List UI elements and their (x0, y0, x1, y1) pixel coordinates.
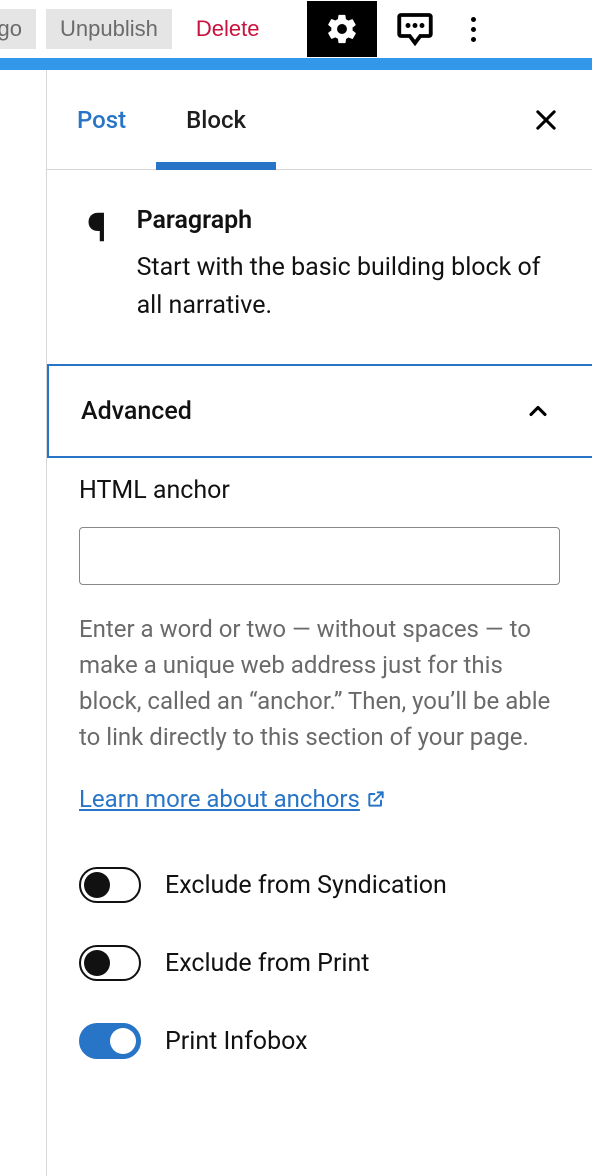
advanced-accordion: Advanced (47, 364, 592, 458)
anchor-input[interactable] (79, 527, 560, 585)
block-description: Start with the basic building block of a… (137, 249, 552, 324)
block-name: Paragraph (137, 206, 552, 235)
block-settings-panel: Post Block ¶ Paragraph Start with the ba… (46, 70, 592, 1176)
block-info: ¶ Paragraph Start with the basic buildin… (47, 170, 592, 354)
toggle-exclude-syndication-label: Exclude from Syndication (165, 871, 447, 900)
embargo-button[interactable]: argo (0, 9, 36, 49)
toggle-print-infobox-row: Print Infobox (79, 1023, 560, 1059)
kebab-icon (471, 17, 476, 22)
anchor-help: Enter a word or two — without spaces — t… (79, 611, 560, 755)
toggle-exclude-syndication-row: Exclude from Syndication (79, 867, 560, 903)
close-icon (532, 106, 560, 134)
paragraph-icon: ¶ (87, 208, 107, 324)
delete-button[interactable]: Delete (182, 9, 274, 49)
tab-block[interactable]: Block (156, 70, 276, 169)
settings-tabs: Post Block (47, 70, 592, 170)
toggle-exclude-print-label: Exclude from Print (165, 949, 369, 978)
advanced-body: HTML anchor Enter a word or two — withou… (47, 458, 592, 1099)
divider-bar (0, 58, 592, 70)
comment-icon (394, 8, 436, 50)
gear-icon (325, 12, 359, 46)
comments-button[interactable] (387, 1, 443, 57)
tab-post[interactable]: Post (47, 70, 156, 169)
editor-toolbar: argo Unpublish Delete (0, 0, 592, 58)
anchor-label: HTML anchor (79, 476, 560, 505)
close-panel-button[interactable] (516, 90, 576, 150)
chevron-up-icon (524, 397, 552, 425)
unpublish-button[interactable]: Unpublish (46, 9, 172, 49)
toggle-exclude-print[interactable] (79, 945, 141, 981)
toggle-print-infobox-label: Print Infobox (165, 1027, 308, 1056)
toggle-exclude-print-row: Exclude from Print (79, 945, 560, 981)
anchor-link-text: Learn more about anchors (79, 785, 360, 813)
advanced-accordion-header[interactable]: Advanced (49, 366, 592, 456)
more-options-button[interactable] (453, 1, 493, 57)
anchor-learn-more-link[interactable]: Learn more about anchors (79, 785, 386, 813)
toggle-exclude-syndication[interactable] (79, 867, 141, 903)
settings-button[interactable] (307, 1, 377, 57)
toggle-print-infobox[interactable] (79, 1023, 141, 1059)
external-link-icon (366, 789, 386, 809)
advanced-title: Advanced (81, 397, 192, 426)
